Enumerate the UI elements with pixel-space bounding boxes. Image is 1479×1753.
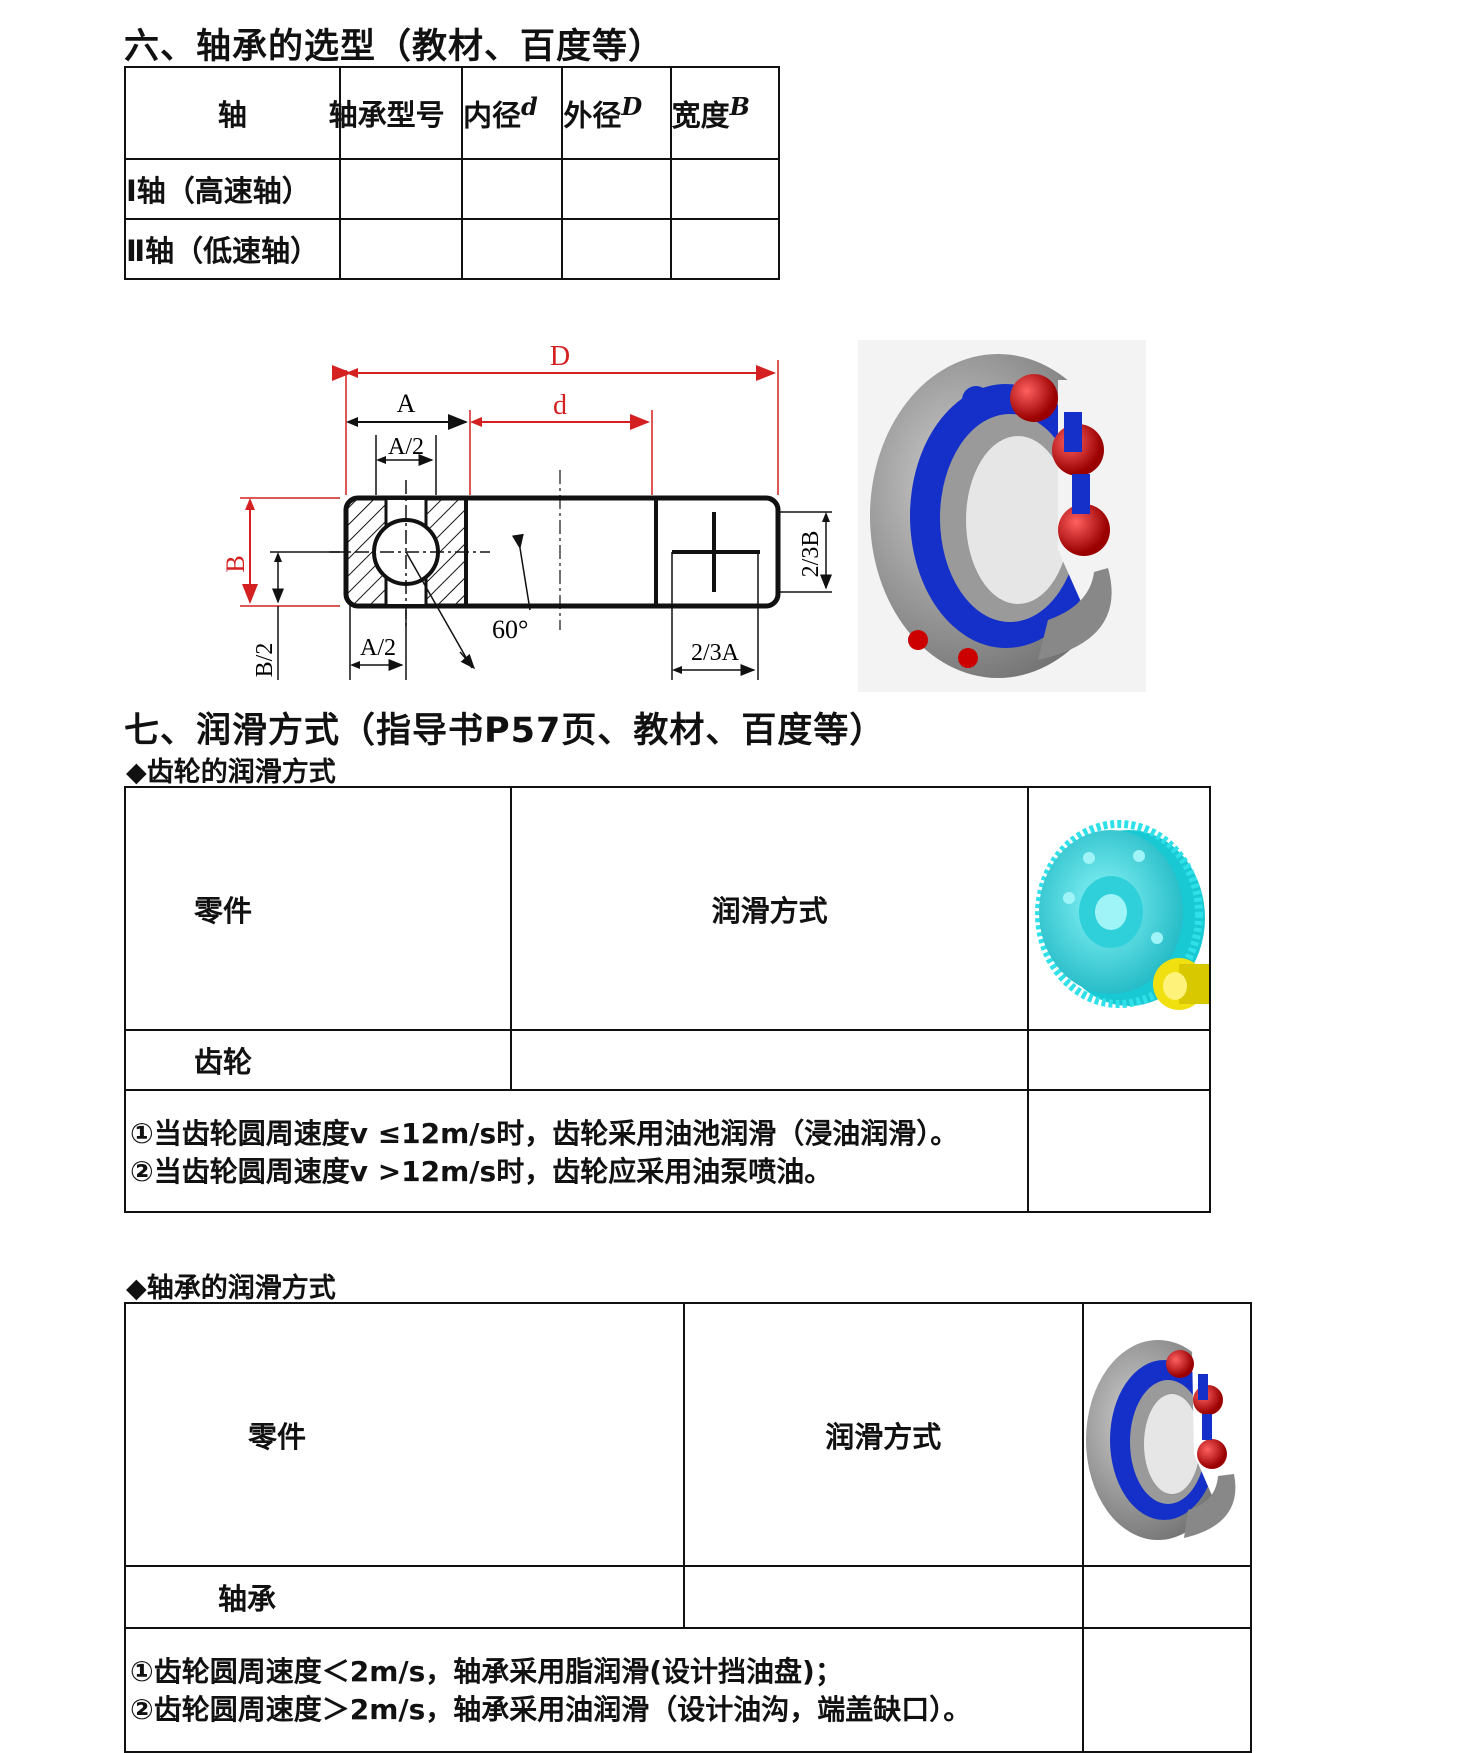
label-B: B bbox=[221, 555, 250, 572]
cell-empty[interactable] bbox=[561, 158, 672, 220]
header-part: 零件 bbox=[123, 786, 513, 1031]
cell-empty[interactable] bbox=[682, 1565, 1084, 1629]
gear-lubrication-subtitle: ◆齿轮的润滑方式 bbox=[126, 757, 336, 788]
label-D: D bbox=[550, 341, 570, 372]
gear-lubrication-table: 零件 润滑方式 齿轮 ①当齿轮圆周速度v ≤12m/s时，齿轮采用油池润滑（浸油… bbox=[123, 786, 1212, 1213]
bearing-notes: ①齿轮圆周速度＜2m/s，轴承采用脂润滑(设计挡油盘)； ②齿轮圆周速度＞2m/… bbox=[124, 1627, 1084, 1753]
cell-empty[interactable] bbox=[461, 158, 564, 220]
gear-notes: ①当齿轮圆周速度v ≤12m/s时，齿轮采用油池润滑（浸油润滑）。 ②当齿轮圆周… bbox=[124, 1089, 1029, 1213]
cell-empty[interactable] bbox=[510, 1029, 1029, 1091]
bearing-note-2: ②齿轮圆周速度＞2m/s，轴承采用油润滑（设计油沟，端盖缺口）。 bbox=[130, 1693, 972, 1726]
label-half-A-bottom: A/2 bbox=[360, 635, 396, 661]
gear-image-cell bbox=[1026, 786, 1212, 1031]
table-row: 齿轮 bbox=[123, 1029, 1212, 1091]
cell-empty[interactable] bbox=[669, 218, 781, 280]
cell-empty[interactable] bbox=[338, 158, 464, 220]
bearing-lubrication-table: 零件 润滑方式 轴承 ①齿轮圆周速度＜2m/s，轴承采用脂润滑(设计挡油盘)； … bbox=[124, 1302, 1253, 1753]
bearing-dimension-diagram: D d A A/2 60° A/2 2/3A B B/2 2/3B bbox=[221, 341, 832, 680]
cell-empty[interactable] bbox=[338, 218, 464, 280]
cell-empty[interactable] bbox=[669, 158, 781, 220]
row-part-bearing: 轴承 bbox=[124, 1565, 685, 1629]
label-half-A-top: A/2 bbox=[388, 434, 424, 460]
table-row: Ⅰ轴（高速轴） bbox=[124, 158, 781, 220]
row-label-shaft2: Ⅱ轴（低速轴） bbox=[124, 218, 341, 280]
header-outer-diameter: 外径D bbox=[561, 66, 672, 160]
header-method: 润滑方式 bbox=[682, 1302, 1084, 1567]
label-A: A bbox=[397, 389, 416, 418]
cell-empty[interactable] bbox=[561, 218, 672, 280]
header-shaft: 轴 bbox=[124, 66, 341, 160]
bearing-note-1: ①齿轮圆周速度＜2m/s，轴承采用脂润滑(设计挡油盘)； bbox=[130, 1655, 843, 1688]
cell-empty[interactable] bbox=[461, 218, 564, 280]
section7-title: 七、润滑方式（指导书P57页、教材、百度等） bbox=[124, 711, 886, 751]
cell-empty bbox=[1026, 1089, 1212, 1213]
label-d: d bbox=[553, 390, 567, 421]
bearing-selection-table: 轴 轴承型号 内径d 外径D 宽度B Ⅰ轴（高速轴） Ⅱ轴（低速轴） bbox=[124, 66, 781, 280]
cell-empty bbox=[1081, 1565, 1253, 1629]
gear-render-icon bbox=[1034, 820, 1209, 1010]
row-label-shaft1: Ⅰ轴（高速轴） bbox=[124, 158, 341, 220]
gear-note-2: ②当齿轮圆周速度v >12m/s时，齿轮应采用油泵喷油。 bbox=[130, 1155, 833, 1188]
label-two-thirds-A: 2/3A bbox=[691, 640, 740, 666]
label-angle: 60° bbox=[492, 615, 528, 644]
bearing-lubrication-subtitle: ◆轴承的润滑方式 bbox=[126, 1273, 336, 1304]
label-two-thirds-B: 2/3B bbox=[798, 531, 824, 578]
label-half-B: B/2 bbox=[252, 643, 278, 678]
ball-bearing-render-icon bbox=[1085, 1340, 1250, 1540]
header-inner-diameter: 内径d bbox=[461, 66, 564, 160]
row-part-gear: 齿轮 bbox=[123, 1029, 513, 1091]
section6-title: 六、轴承的选型（教材、百度等） bbox=[124, 27, 665, 67]
gear-note-1: ①当齿轮圆周速度v ≤12m/s时，齿轮采用油池润滑（浸油润滑）。 bbox=[130, 1117, 959, 1150]
bearing-image-cell bbox=[1081, 1302, 1253, 1567]
table-row: 轴承 bbox=[124, 1565, 1253, 1629]
header-method: 润滑方式 bbox=[510, 786, 1029, 1031]
header-bearing-model: 轴承型号 bbox=[329, 66, 464, 160]
header-width: 宽度B bbox=[669, 66, 781, 160]
cell-empty bbox=[1026, 1029, 1212, 1091]
cell-empty bbox=[1081, 1627, 1253, 1753]
ball-bearing-render-icon bbox=[858, 340, 1146, 692]
table-row: Ⅱ轴（低速轴） bbox=[124, 218, 781, 280]
header-part: 零件 bbox=[124, 1302, 685, 1567]
